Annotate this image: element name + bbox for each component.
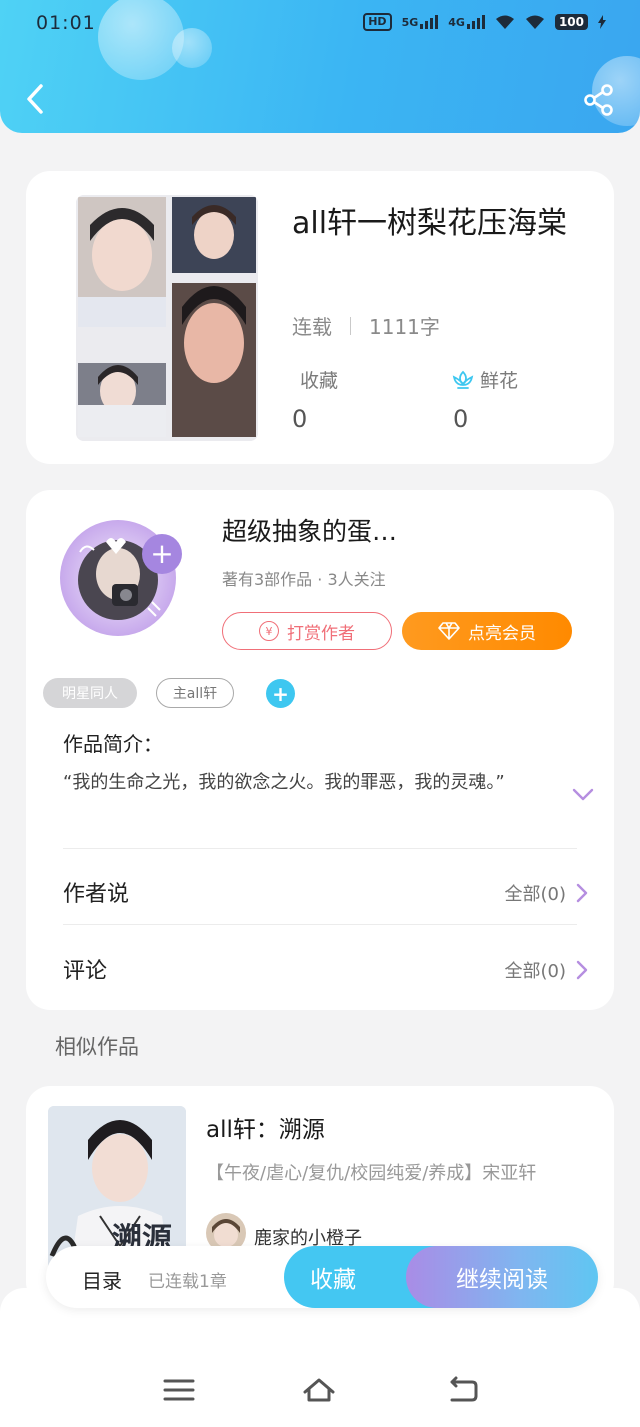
book-info-card: all轩一树梨花压海棠 连载 1111字 收藏 0 鲜花 0 — [26, 171, 614, 464]
signal-5g-icon: 5G — [402, 15, 439, 29]
favorites-count: 0 — [292, 405, 308, 433]
tag-item[interactable]: 明星同人 — [43, 678, 137, 708]
cover-collage-image — [76, 195, 258, 441]
serial-status: 连载 — [292, 315, 332, 339]
author-says-link[interactable]: 全部(0) — [505, 880, 589, 906]
author-says-label[interactable]: 作者说 — [63, 876, 129, 908]
menu-icon[interactable] — [162, 1376, 196, 1404]
decor-bubble — [98, 0, 184, 80]
book-title: all轩一树梨花压海棠 — [292, 206, 568, 241]
word-count: 1111字 — [369, 315, 440, 339]
comments-link[interactable]: 全部(0) — [505, 957, 589, 983]
vip-button[interactable]: 点亮会员 — [402, 612, 572, 650]
flowers-count: 0 — [453, 405, 469, 433]
home-icon[interactable] — [302, 1376, 336, 1404]
battery-indicator: 100 — [554, 14, 588, 30]
follow-plus-icon[interactable]: + — [142, 534, 182, 574]
charging-icon — [598, 15, 606, 29]
meta-divider — [350, 316, 351, 335]
top-header: 01:01 HD 5G 4G 100 — [0, 0, 640, 133]
flowers-label: 鲜花 — [452, 366, 518, 393]
book-cover[interactable] — [76, 195, 258, 441]
favorites-label: 收藏 — [300, 366, 338, 393]
system-nav-bar — [0, 1288, 640, 1427]
author-name[interactable]: 超级抽象的蛋… — [222, 512, 397, 548]
diamond-icon — [438, 622, 460, 640]
chevron-left-icon[interactable] — [22, 82, 52, 116]
back-nav-icon[interactable] — [446, 1376, 480, 1404]
yen-icon: ¥ — [259, 621, 279, 641]
continue-reading-button[interactable]: 继续阅读 — [406, 1246, 598, 1308]
flowers-label-text: 鲜花 — [480, 370, 519, 392]
intro-text: “我的生命之光，我的欲念之火。我的罪恶，我的灵魂。” — [63, 772, 505, 793]
signal-4g-icon: 4G — [448, 15, 485, 29]
book-meta: 连载 1111字 — [292, 311, 440, 340]
favorites-label-text: 收藏 — [300, 370, 339, 392]
tip-author-button[interactable]: ¥ 打赏作者 — [222, 612, 392, 650]
catalog-button[interactable]: 目录 — [82, 1265, 122, 1294]
author-summary: 著有3部作品 · 3人关注 — [222, 570, 386, 589]
tip-author-label: 打赏作者 — [287, 623, 355, 644]
network-4g-label: 4G — [448, 16, 465, 29]
author-card: + 超级抽象的蛋… 著有3部作品 · 3人关注 ¥ 打赏作者 点亮会员 明星同人… — [26, 490, 614, 1010]
add-tag-button[interactable]: + — [266, 679, 295, 708]
wifi-icon — [525, 15, 544, 29]
decor-bubble — [172, 28, 212, 68]
reading-action-bar: 目录 已连载1章 收藏 继续阅读 — [46, 1246, 598, 1308]
intro-label: 作品简介： — [63, 732, 163, 756]
status-time: 01:01 — [36, 12, 96, 34]
chapter-count: 已连载1章 — [148, 1272, 227, 1292]
similar-section-title: 相似作品 — [55, 1035, 139, 1059]
chevron-right-icon — [576, 883, 588, 903]
chevron-down-icon[interactable] — [572, 788, 594, 802]
author-avatar[interactable]: + — [56, 512, 186, 642]
comments-count: 全部(0) — [504, 961, 567, 982]
status-icons: HD 5G 4G 100 — [363, 13, 606, 31]
avatar-image — [60, 520, 176, 636]
hd-indicator: HD — [363, 13, 392, 31]
tag-item[interactable]: 主all轩 — [156, 678, 234, 708]
flower-icon — [452, 370, 474, 389]
chevron-right-icon — [576, 960, 588, 980]
network-5g-label: 5G — [401, 16, 419, 29]
similar-book-description: 【午夜/虐心/复仇/校园纯爱/养成】宋亚轩 — [206, 1163, 537, 1184]
wifi-icon — [495, 15, 514, 29]
similar-book-title: all轩：溯源 — [206, 1117, 325, 1143]
comments-label[interactable]: 评论 — [63, 953, 107, 985]
divider — [63, 848, 577, 849]
author-says-count: 全部(0) — [504, 884, 567, 905]
vip-label: 点亮会员 — [468, 623, 536, 644]
share-icon[interactable] — [582, 83, 616, 117]
divider — [63, 924, 577, 925]
